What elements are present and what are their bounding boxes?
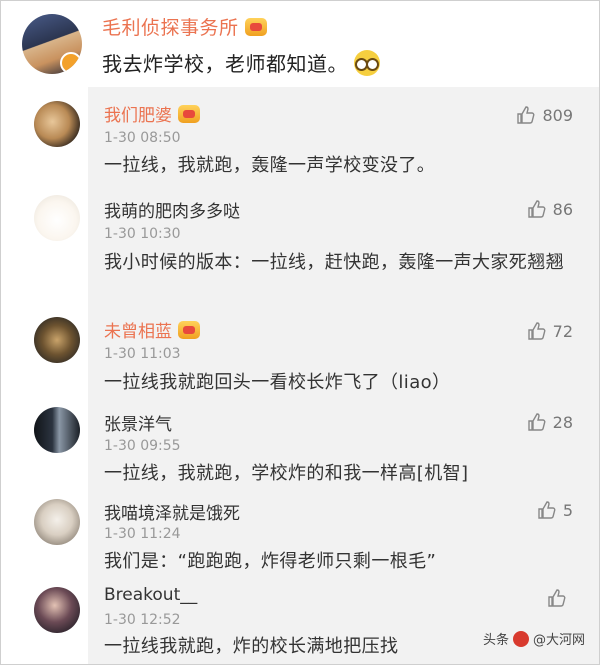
like-button[interactable]: 809: [516, 105, 573, 125]
watermark-prefix: 头条: [482, 633, 509, 648]
thumbs-up-icon: [548, 589, 566, 607]
comment-username[interactable]: 未曾相蓝: [104, 317, 200, 342]
like-count: 5: [562, 500, 573, 520]
thumbs-up-icon: [527, 413, 546, 431]
like-button[interactable]: 86: [527, 199, 573, 219]
woman-avatar[interactable]: [34, 587, 80, 633]
source-watermark: 头条 @大河网: [483, 629, 585, 648]
glasses-emoji-icon: [354, 50, 380, 76]
post-text-label: 我去炸学校，老师都知道。: [102, 52, 348, 76]
comment-username[interactable]: 我萌的肥肉多多哒: [104, 197, 240, 222]
silhouette-avatar[interactable]: [34, 407, 80, 453]
crown-badge-icon: [178, 321, 200, 339]
original-post: 毛利侦探事务所 我去炸学校，老师都知道。: [1, 1, 599, 87]
comment-username[interactable]: Breakout__: [104, 585, 197, 605]
post-author-name[interactable]: 毛利侦探事务所: [102, 13, 267, 40]
chick-avatar[interactable]: [34, 195, 80, 241]
comment-item: 我们肥婆 1-30 08:50 一拉线，我就跑，轰隆一声学校变没了。 809: [34, 99, 599, 185]
comment-item: Breakout__ 1-30 12:52 一拉线我就跑，炸的校长满地把压找: [34, 583, 599, 663]
comment-text: 一拉线，我就跑，轰隆一声学校变没了。: [104, 155, 436, 176]
post-author-label: 毛利侦探事务所: [102, 17, 239, 39]
comment-time: 1-30 12:52: [104, 612, 181, 628]
comment-item: 我喵境泽就是饿死 1-30 11:24 我们是：“跑跑跑，炸得老师只剩一根毛” …: [34, 495, 599, 579]
post-author-avatar[interactable]: [22, 14, 82, 74]
dahe-logo-icon: [512, 630, 529, 647]
verified-badge-icon: [60, 52, 82, 74]
comment-item: 张景洋气 1-30 09:55 一拉线，我就跑，学校炸的和我一样高[机智] 28: [34, 405, 599, 491]
like-button[interactable]: 5: [537, 500, 573, 520]
comment-username[interactable]: 张景洋气: [104, 410, 172, 435]
white-cat-avatar[interactable]: [34, 499, 80, 545]
comment-item: 我萌的肥肉多多哒 1-30 10:30 我小时候的版本：一拉线，赶快跑，轰隆一声…: [34, 191, 599, 309]
like-button[interactable]: 72: [527, 321, 573, 341]
like-button[interactable]: [547, 588, 573, 608]
comment-username[interactable]: 我们肥婆: [104, 101, 200, 126]
comment-list: 我们肥婆 1-30 08:50 一拉线，我就跑，轰隆一声学校变没了。 809 我…: [34, 87, 599, 664]
comment-text: 我小时候的版本：一拉线，赶快跑，轰隆一声大家死翘翘: [104, 252, 564, 273]
watermark-source: @大河网: [532, 633, 585, 648]
thumbs-up-icon: [538, 501, 556, 519]
cat-avatar[interactable]: [34, 101, 80, 147]
like-count: 86: [552, 199, 573, 219]
username-label: 我们肥婆: [104, 106, 172, 126]
thumbs-up-icon: [527, 200, 546, 218]
crown-badge-icon: [244, 18, 267, 36]
comment-username[interactable]: 我喵境泽就是饿死: [104, 499, 240, 524]
like-count: 28: [552, 412, 573, 432]
thumbs-up-icon: [517, 106, 535, 124]
comment-time: 1-30 10:30: [104, 226, 181, 242]
crown-badge-icon: [178, 105, 200, 123]
comment-text: 一拉线，我就跑，学校炸的和我一样高[机智]: [104, 463, 469, 484]
comment-time: 1-30 09:55: [104, 438, 181, 454]
comment-time: 1-30 11:24: [104, 526, 181, 542]
like-count: 809: [542, 105, 573, 125]
post-text: 我去炸学校，老师都知道。: [102, 48, 380, 77]
comment-text: 我们是：“跑跑跑，炸得老师只剩一根毛”: [104, 551, 437, 572]
thumbs-up-icon: [527, 322, 546, 340]
comment-text: 一拉线我就跑回头一看校长炸飞了（liao）: [104, 372, 451, 393]
like-button[interactable]: 28: [527, 412, 573, 432]
username-label: 未曾相蓝: [104, 322, 172, 342]
comment-time: 1-30 08:50: [104, 130, 181, 146]
comment-item: 未曾相蓝 1-30 11:03 一拉线我就跑回头一看校长炸飞了（liao） 72: [34, 315, 599, 401]
raccoon-avatar[interactable]: [34, 317, 80, 363]
comment-time: 1-30 11:03: [104, 346, 181, 362]
weibo-thread: 毛利侦探事务所 我去炸学校，老师都知道。 我们肥婆 1-30 08:50 一拉线…: [0, 0, 600, 665]
like-count: 72: [552, 321, 573, 341]
